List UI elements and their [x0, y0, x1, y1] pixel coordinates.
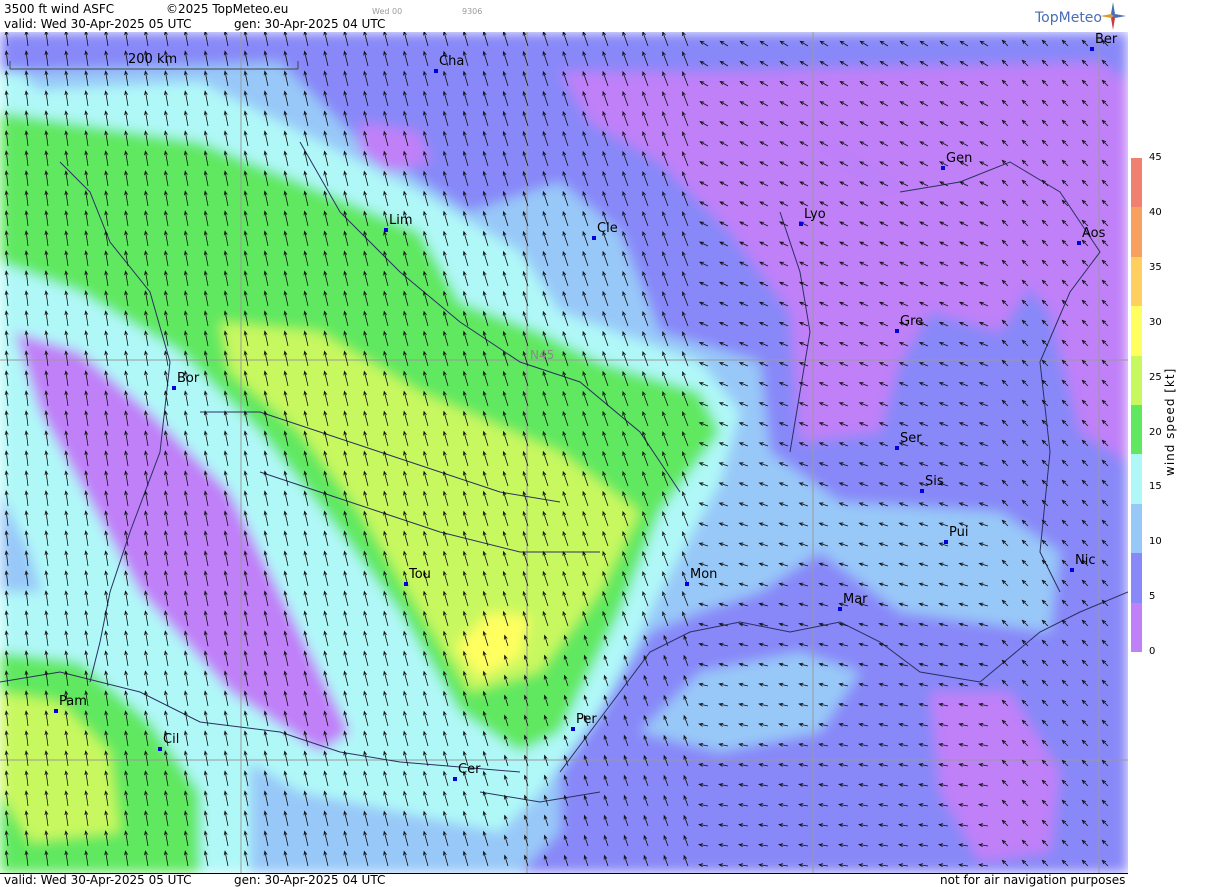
city-label: Ber	[1095, 32, 1118, 47]
navigation-disclaimer: not for air navigation purposes	[940, 873, 1126, 887]
wind-speed-colorbar	[1131, 158, 1142, 653]
colorbar-tick-label: 40	[1149, 206, 1162, 218]
wind-field-map[interactable]: 200 km N45 Cha Ber Gen Lyo Lim Cle Aos Gre Bor Se…	[0, 32, 1128, 873]
run-code: 9306	[462, 7, 483, 16]
colorbar-tick-label: 5	[1149, 591, 1156, 603]
city-label: Mar	[843, 592, 868, 607]
city-label: Nic	[1075, 553, 1096, 568]
compass-star-icon	[1100, 2, 1126, 30]
colorbar-segment	[1131, 503, 1142, 554]
city-dot	[1070, 568, 1074, 572]
city-dot	[384, 228, 388, 232]
city-label: Gre	[900, 314, 924, 329]
city-label: Cer	[458, 762, 481, 777]
city-dot	[571, 727, 575, 731]
city-label: Tou	[409, 567, 431, 582]
city-dot	[592, 236, 596, 240]
colorbar-tick-label: 30	[1149, 316, 1162, 328]
city-label: Cil	[163, 732, 180, 747]
city-dot	[944, 540, 948, 544]
city-label: Gen	[946, 151, 973, 166]
city-label: Cha	[439, 54, 465, 69]
city-label: Sis	[925, 474, 944, 489]
latitude-label: N45	[530, 348, 555, 362]
colorbar-segment	[1131, 256, 1142, 307]
city-label: Cle	[597, 221, 618, 236]
city-dot	[920, 489, 924, 493]
city-label: Pam	[59, 694, 87, 709]
colorbar-tick-label: 0	[1149, 646, 1156, 658]
city-label: Lim	[389, 213, 413, 228]
city-dot	[895, 329, 899, 333]
generation-time: gen: 30-Apr-2025 04 UTC	[234, 17, 386, 31]
city-dot	[838, 607, 842, 611]
city-dot	[434, 69, 438, 73]
city-label: Bor	[177, 371, 200, 386]
city-dot	[453, 777, 457, 781]
colorbar-tick-label: 20	[1149, 426, 1162, 438]
city-dot	[941, 166, 945, 170]
city-label: Pui	[949, 525, 969, 540]
city-label: Mon	[690, 567, 718, 582]
colorbar-segment	[1131, 602, 1142, 653]
city-dot	[799, 222, 803, 226]
city-dot	[685, 582, 689, 586]
city-dot	[54, 709, 58, 713]
colorbar-segment	[1131, 207, 1142, 258]
city-label: Ser	[900, 431, 922, 446]
copyright: ©2025 TopMeteo.eu	[166, 2, 289, 16]
product-title: 3500 ft wind ASFC	[4, 2, 115, 16]
city-label: Aos	[1082, 226, 1106, 241]
city-dot	[1090, 47, 1094, 51]
city-dot	[895, 446, 899, 450]
city-dot	[404, 582, 408, 586]
footer-valid-time: valid: Wed 30-Apr-2025 05 UTC	[4, 873, 192, 887]
colorbar-segment	[1131, 553, 1142, 604]
colorbar-segment	[1131, 306, 1142, 357]
wind-map-page: { "header": { "product": "3500 ft wind A…	[0, 0, 1219, 887]
city-dot	[172, 386, 176, 390]
colorbar-title: wind speed [kt]	[1163, 367, 1177, 476]
scale-bar-label: 200 km	[128, 52, 178, 67]
topmeteo-logo: TopMeteo	[1035, 10, 1102, 26]
logo-text: TopMeteo	[1035, 10, 1102, 26]
city-label: Per	[576, 712, 597, 727]
colorbar-segment	[1131, 355, 1142, 406]
colorbar-tick-label: 15	[1149, 481, 1162, 493]
city-label: Lyo	[804, 207, 826, 222]
colorbar-tick-label: 45	[1149, 152, 1162, 163]
colorbar-tick-label: 35	[1149, 261, 1162, 273]
city-dot	[1077, 241, 1081, 245]
colorbar-segment	[1131, 454, 1142, 505]
colorbar-segment	[1131, 405, 1142, 455]
valid-time: valid: Wed 30-Apr-2025 05 UTC	[4, 17, 192, 31]
colorbar-segment	[1131, 158, 1142, 208]
city-dot	[158, 747, 162, 751]
colorbar-tick-label: 25	[1149, 371, 1162, 383]
footer-generation-time: gen: 30-Apr-2025 04 UTC	[234, 873, 386, 887]
colorbar-tick-label: 10	[1149, 536, 1162, 548]
